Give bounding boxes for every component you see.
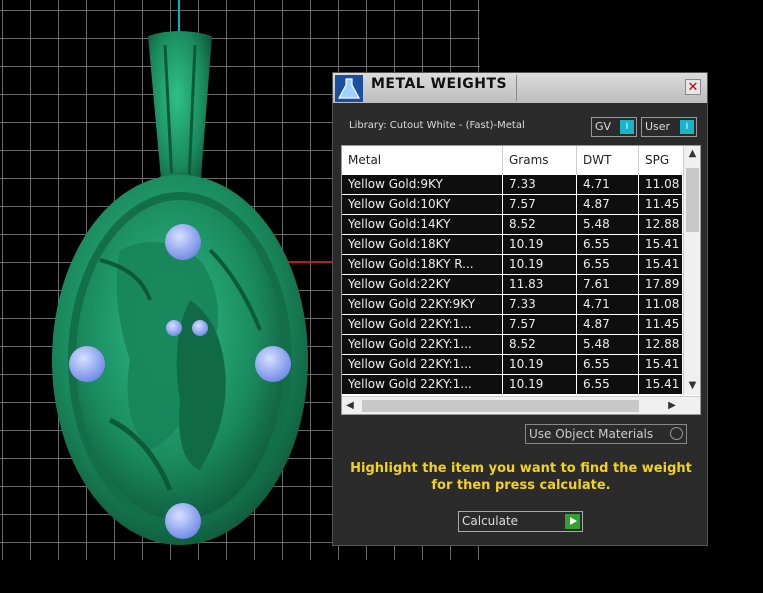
- table-row[interactable]: Yellow Gold 22KY:1... 8.52 5.48 12.88: [342, 335, 689, 355]
- table-cell: 15.41: [639, 375, 689, 394]
- use-object-materials-toggle[interactable]: Use Object Materials: [525, 424, 687, 444]
- table-cell: 5.48: [577, 215, 639, 234]
- table-row[interactable]: Yellow Gold 22KY:1... 10.19 6.55 15.41: [342, 355, 689, 375]
- table-cell: Yellow Gold 22KY:1...: [342, 375, 503, 394]
- scroll-left-icon[interactable]: ◀: [342, 397, 358, 414]
- table-row[interactable]: Yellow Gold 22KY:1... 10.19 6.55 15.41: [342, 375, 689, 395]
- table-cell: Yellow Gold 22KY:1...: [342, 335, 503, 354]
- table-row[interactable]: Yellow Gold 22KY:1... 7.57 4.87 11.45: [342, 315, 689, 335]
- user-toggle[interactable]: User I: [641, 117, 697, 137]
- table-cell: Yellow Gold:18KY R...: [342, 255, 503, 274]
- table-cell: 6.55: [577, 355, 639, 374]
- scroll-down-icon[interactable]: ▼: [684, 378, 700, 394]
- stone-top: [165, 224, 201, 260]
- table-cell: 12.88: [639, 215, 689, 234]
- column-header-dwt[interactable]: DWT: [577, 146, 639, 175]
- stone-right: [255, 346, 291, 382]
- column-header-grams[interactable]: Grams: [503, 146, 577, 175]
- table-cell: 10.19: [503, 255, 577, 274]
- metal-table: Metal Grams DWT SPG Yellow Gold:9KY 7.33 4…: [341, 145, 701, 415]
- table-cell: 11.45: [639, 195, 689, 214]
- table-cell: 7.57: [503, 195, 577, 214]
- scroll-up-icon[interactable]: ▲: [684, 146, 700, 162]
- calculate-button[interactable]: Calculate: [458, 511, 583, 532]
- table-cell: 5.48: [577, 335, 639, 354]
- table-cell: 11.08: [639, 175, 689, 194]
- table-cell: 15.41: [639, 355, 689, 374]
- table-cell: 8.52: [503, 335, 577, 354]
- table-cell: 11.83: [503, 275, 577, 294]
- owl-eye-left: [166, 320, 182, 336]
- table-cell: 6.55: [577, 235, 639, 254]
- column-header-spg[interactable]: SPG: [639, 146, 689, 175]
- library-label: Library: Cutout White - (Fast)-Metal: [349, 120, 525, 131]
- table-cell: 15.41: [639, 255, 689, 274]
- horizontal-scrollbar[interactable]: ◀ ▶: [342, 396, 700, 414]
- table-cell: 7.33: [503, 175, 577, 194]
- owl-eye-right: [192, 320, 208, 336]
- table-cell: Yellow Gold 22KY:9KY: [342, 295, 503, 314]
- table-cell: 6.55: [577, 375, 639, 394]
- calculate-label: Calculate: [462, 514, 519, 528]
- table-row[interactable]: Yellow Gold:22KY 11.83 7.61 17.89: [342, 275, 689, 295]
- table-cell: 8.52: [503, 215, 577, 234]
- table-cell: Yellow Gold:18KY: [342, 235, 503, 254]
- table-cell: 12.88: [639, 335, 689, 354]
- dialog-titlebar[interactable]: METAL WEIGHTS ✕: [333, 73, 707, 103]
- instructions-text: Highlight the item you want to find the …: [350, 461, 692, 493]
- dialog-title: METAL WEIGHTS: [371, 76, 508, 92]
- table-cell: Yellow Gold:9KY: [342, 175, 503, 194]
- table-row[interactable]: Yellow Gold 22KY:9KY 7.33 4.71 11.08: [342, 295, 689, 315]
- table-header: Metal Grams DWT SPG: [342, 146, 689, 175]
- table-cell: 4.87: [577, 195, 639, 214]
- table-cell: 7.61: [577, 275, 639, 294]
- table-cell: 4.71: [577, 295, 639, 314]
- titlebar-divider: [516, 75, 517, 101]
- viewport-bottom-region: [0, 560, 763, 593]
- table-cell: Yellow Gold 22KY:1...: [342, 355, 503, 374]
- table-row[interactable]: Yellow Gold:14KY 8.52 5.48 12.88: [342, 215, 689, 235]
- close-button[interactable]: ✕: [685, 79, 701, 95]
- table-cell: 6.55: [577, 255, 639, 274]
- table-row[interactable]: Yellow Gold:10KY 7.57 4.87 11.45: [342, 195, 689, 215]
- radio-icon[interactable]: [670, 427, 683, 440]
- vertical-scrollbar[interactable]: ▲ ▼: [683, 146, 700, 395]
- table-cell: Yellow Gold:10KY: [342, 195, 503, 214]
- gv-toggle-label: GV: [595, 120, 612, 133]
- table-cell: 11.45: [639, 315, 689, 334]
- stone-left: [69, 346, 105, 382]
- user-toggle-label: User: [645, 120, 671, 133]
- play-icon[interactable]: [565, 514, 580, 529]
- table-row[interactable]: Yellow Gold:9KY 7.33 4.71 11.08: [342, 175, 689, 195]
- table-row[interactable]: Yellow Gold:18KY R... 10.19 6.55 15.41: [342, 255, 689, 275]
- user-toggle-switch[interactable]: I: [680, 120, 694, 134]
- table-cell: 10.19: [503, 235, 577, 254]
- flask-icon: [335, 75, 363, 102]
- bail: [148, 31, 212, 195]
- metal-weights-dialog: METAL WEIGHTS ✕ Library: Cutout White - …: [332, 72, 708, 546]
- pendant-model[interactable]: [0, 0, 340, 560]
- scroll-right-icon[interactable]: ▶: [664, 397, 680, 414]
- gv-toggle[interactable]: GV I: [591, 117, 637, 137]
- table-cell: 15.41: [639, 235, 689, 254]
- table-cell: 11.08: [639, 295, 689, 314]
- table-cell: Yellow Gold:22KY: [342, 275, 503, 294]
- use-object-materials-label: Use Object Materials: [529, 427, 654, 441]
- table-cell: 10.19: [503, 355, 577, 374]
- gv-toggle-switch[interactable]: I: [620, 120, 634, 134]
- table-cell: 4.87: [577, 315, 639, 334]
- table-cell: Yellow Gold:14KY: [342, 215, 503, 234]
- horizontal-scroll-thumb[interactable]: [362, 400, 639, 412]
- vertical-scroll-thumb[interactable]: [686, 168, 699, 232]
- table-cell: 7.33: [503, 295, 577, 314]
- column-header-metal[interactable]: Metal: [342, 146, 503, 175]
- table-cell: 7.57: [503, 315, 577, 334]
- table-cell: 10.19: [503, 375, 577, 394]
- table-cell: 17.89: [639, 275, 689, 294]
- stone-bottom: [165, 503, 201, 539]
- table-cell: Yellow Gold 22KY:1...: [342, 315, 503, 334]
- table-cell: 4.71: [577, 175, 639, 194]
- table-body: Yellow Gold:9KY 7.33 4.71 11.08 Yellow Gold:…: [342, 175, 689, 395]
- table-row[interactable]: Yellow Gold:18KY 10.19 6.55 15.41: [342, 235, 689, 255]
